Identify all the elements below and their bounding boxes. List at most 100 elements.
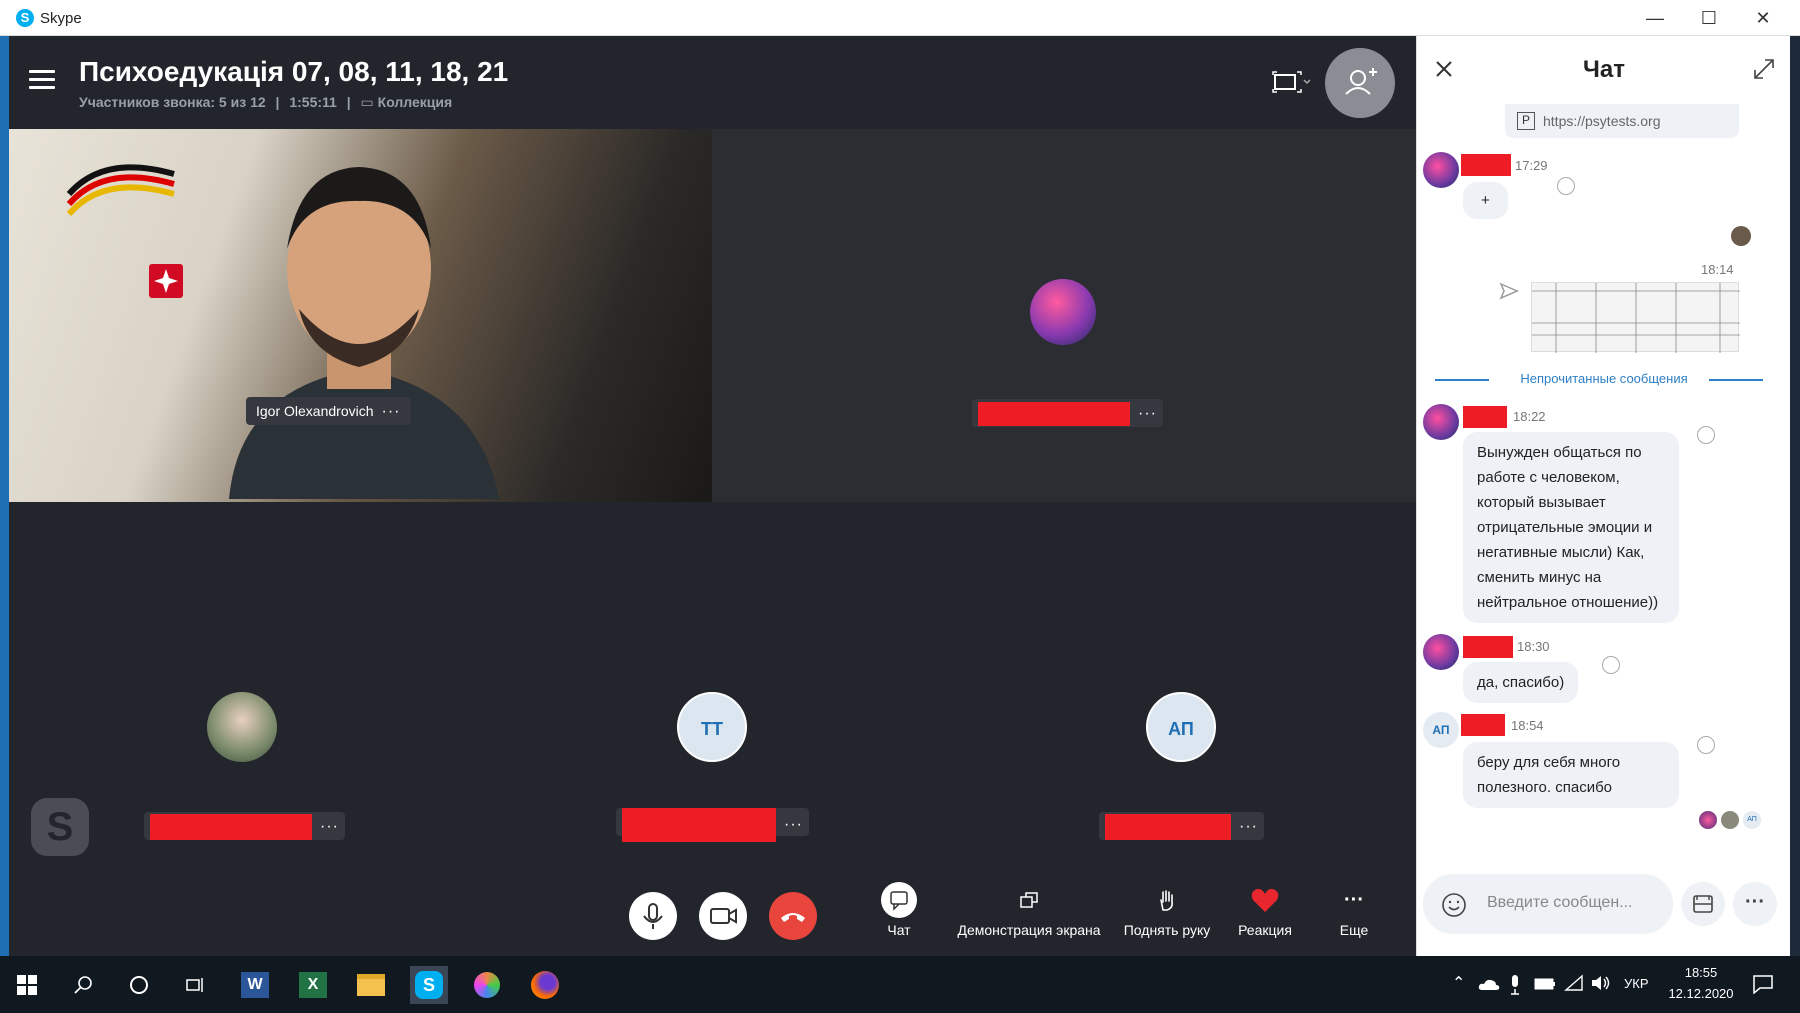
onedrive-icon[interactable]	[1478, 977, 1500, 991]
more-options-icon[interactable]: ···	[1239, 818, 1258, 835]
call-duration: 1:55:11	[289, 94, 337, 110]
reaction-button[interactable]: Реакция	[1225, 882, 1305, 938]
read-receipt-avatar	[1721, 811, 1739, 829]
add-person-icon	[1345, 68, 1377, 95]
wifi-icon[interactable]	[1564, 974, 1584, 992]
more-options-icon[interactable]: ···	[784, 816, 803, 833]
react-smiley-icon[interactable]	[1557, 177, 1575, 195]
word-app-icon[interactable]: W	[236, 966, 274, 1004]
battery-icon[interactable]	[1534, 978, 1556, 990]
end-call-button[interactable]	[769, 892, 817, 940]
read-receipt-avatar	[1731, 226, 1751, 246]
message-time: 18:14	[1701, 262, 1734, 277]
notifications-icon[interactable]	[1752, 974, 1774, 994]
camera-button[interactable]	[699, 892, 747, 940]
participant-video	[229, 167, 499, 499]
taskbar-time[interactable]: 18:55	[1666, 965, 1736, 980]
message-input-box[interactable]	[1423, 874, 1673, 934]
read-receipt-initials: АП	[1743, 811, 1761, 829]
video-camera-icon	[710, 908, 737, 924]
microphone-tray-icon[interactable]	[1508, 974, 1522, 996]
sender-avatar[interactable]	[1423, 634, 1459, 670]
show-hidden-icons-icon[interactable]: ⌃	[1452, 973, 1465, 993]
unread-messages-label: Непрочитанные сообщения	[1520, 371, 1688, 386]
more-options-icon[interactable]: ···	[320, 818, 339, 835]
message-bubble: да, спасибо)	[1463, 662, 1579, 703]
more-options-icon[interactable]: ···	[1138, 405, 1157, 422]
link-url[interactable]: https://psytests.org	[1543, 113, 1661, 129]
raise-hand-button[interactable]: Поднять руку	[1117, 882, 1217, 938]
cortana-icon[interactable]	[120, 966, 158, 1004]
input-language[interactable]: УКР	[1624, 976, 1649, 991]
add-participant-button[interactable]	[1325, 48, 1395, 118]
participant-row: S ··· ТТ ··· АП ···	[9, 502, 1416, 874]
participant-name: Igor Olexandrovich	[256, 403, 374, 419]
raise-hand-icon	[1160, 890, 1173, 911]
microphone-button[interactable]	[629, 892, 677, 940]
participant-name-tag[interactable]: Igor Olexandrovich ···	[246, 397, 411, 425]
sender-avatar[interactable]	[1423, 152, 1459, 188]
participant-initials-avatar: ТТ	[677, 692, 747, 762]
participant-name-tag[interactable]: ···	[1099, 812, 1264, 841]
more-options-icon[interactable]: ···	[382, 403, 401, 420]
file-explorer-icon[interactable]	[352, 966, 390, 1004]
skype-taskbar-icon[interactable]: S	[410, 966, 448, 1004]
maximize-button[interactable]: ☐	[1684, 4, 1734, 32]
participant-name-tag[interactable]: ···	[972, 399, 1163, 427]
react-smiley-icon[interactable]	[1602, 656, 1620, 674]
taskbar-date[interactable]: 12.12.2020	[1666, 986, 1736, 1001]
chat-button[interactable]: Чат	[859, 882, 939, 938]
volume-icon[interactable]	[1590, 974, 1612, 992]
participant-name-tag[interactable]: ···	[144, 812, 345, 841]
microphone-icon	[643, 903, 663, 929]
layout-toggle-button[interactable]	[1271, 70, 1311, 94]
chat-panel: Чат P https://psytests.org 17:29 + 18:14…	[1416, 36, 1790, 956]
collection-link[interactable]: Коллекция	[378, 94, 453, 110]
menu-icon[interactable]	[29, 70, 55, 90]
chat-title: Чат	[1583, 56, 1625, 83]
chat-button-label: Чат	[887, 922, 911, 938]
redacted-sender-name	[1463, 636, 1513, 658]
expand-chat-icon[interactable]	[1753, 58, 1775, 80]
more-button[interactable]: ··· Еще	[1319, 882, 1389, 939]
table-screenshot-thumbnail	[1532, 283, 1740, 353]
media-gallery-button[interactable]	[1681, 882, 1725, 926]
windows-start-icon[interactable]	[8, 966, 46, 1004]
redacted-sender-name	[1461, 154, 1511, 176]
message-time: 18:30	[1517, 639, 1550, 654]
participant-name-tag[interactable]: ···	[616, 808, 809, 842]
link-preview[interactable]: P https://psytests.org	[1505, 104, 1739, 138]
redacted-name	[622, 808, 776, 842]
gallery-icon[interactable]: ▭	[361, 94, 378, 110]
redacted-name	[978, 402, 1130, 427]
sender-avatar[interactable]	[1423, 404, 1459, 440]
participant-video-tile[interactable]: Igor Olexandrovich ···	[9, 129, 712, 502]
participant-initials-avatar: АП	[1146, 692, 1216, 762]
maltese-cross-icon	[149, 264, 183, 298]
forward-icon[interactable]	[1499, 282, 1519, 300]
emoji-icon[interactable]	[1441, 892, 1467, 918]
window-title: Skype	[40, 10, 82, 27]
react-smiley-icon[interactable]	[1697, 736, 1715, 754]
search-icon[interactable]	[64, 966, 102, 1004]
message-input[interactable]	[1487, 894, 1657, 912]
chat-more-options-icon[interactable]: ···	[1733, 882, 1777, 926]
sender-initials-avatar[interactable]: АП	[1423, 712, 1459, 748]
shared-image[interactable]	[1531, 282, 1740, 353]
skype-logo-icon: S	[16, 9, 34, 27]
excel-app-icon[interactable]: X	[294, 966, 332, 1004]
react-smiley-icon[interactable]	[1697, 426, 1715, 444]
screen-share-button[interactable]: Демонстрация экрана	[949, 882, 1109, 938]
paint-app-icon[interactable]	[468, 966, 506, 1004]
firefox-icon[interactable]	[526, 966, 564, 1004]
chat-icon	[881, 882, 917, 918]
task-view-icon[interactable]	[176, 966, 214, 1004]
screen-share-label: Демонстрация экрана	[957, 922, 1101, 938]
minimize-button[interactable]: —	[1630, 4, 1680, 32]
screen-share-icon	[1020, 892, 1038, 908]
participant-avatar	[207, 692, 277, 762]
call-header: Психоедукація 07, 08, 11, 18, 21 Участни…	[9, 36, 1416, 129]
media-gallery-icon	[1693, 895, 1713, 913]
participant-tile[interactable]: ···	[712, 129, 1416, 502]
close-window-button[interactable]: ✕	[1738, 4, 1788, 32]
